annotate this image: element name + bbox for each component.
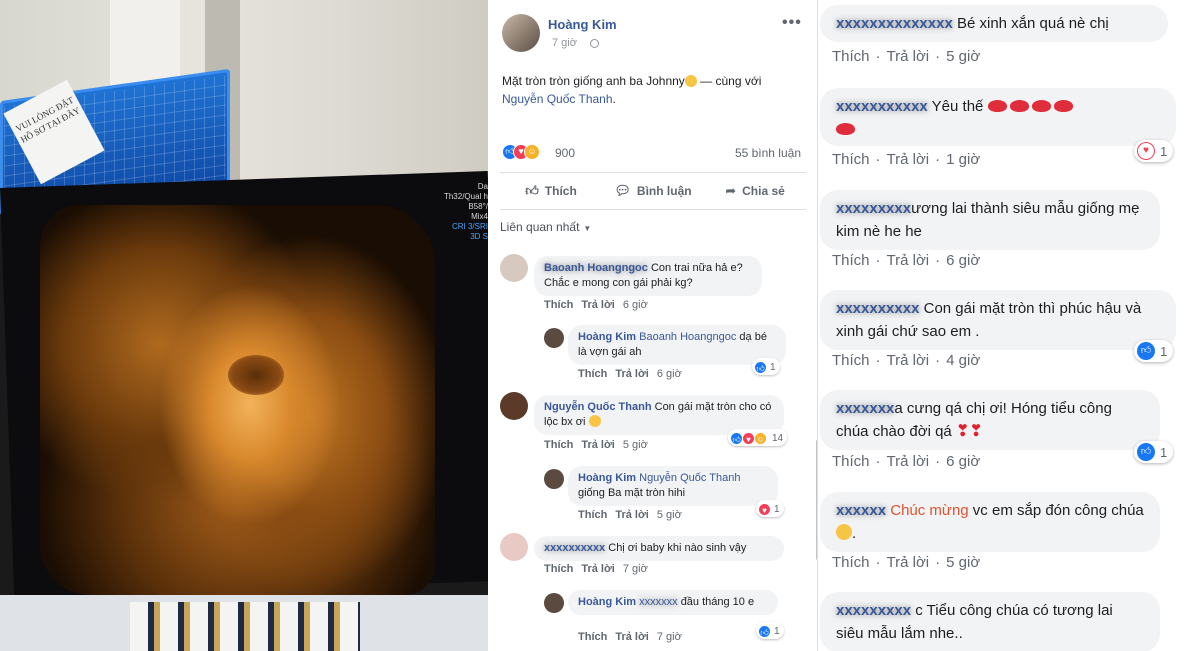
comment-bubble: xxxxxxxxxxxxxx Bé xinh xắn quá nè chị <box>820 5 1168 42</box>
caret-down-icon: ▼ <box>583 224 592 233</box>
reply-avatar[interactable] <box>544 469 564 489</box>
post-text: Mặt tròn tròn giống anh ba Johnny — cùng… <box>502 74 762 106</box>
comment-meta: Thích · Trả lời · 1 giờ <box>832 151 981 168</box>
like-reaction-icon: 👍︎ <box>754 360 767 374</box>
post-action-bar: 👍︎ Thích 💬︎ Bình luận ➦ Chia sẻ <box>500 172 806 210</box>
lips-emoji-icon <box>1031 100 1051 112</box>
comment-count[interactable]: 55 bình luận <box>735 146 801 160</box>
like-reaction-icon: 👍︎ <box>1137 342 1155 360</box>
reply-bubble: Hoàng Kim Nguyễn Quốc Thanh giống Ba mặt… <box>568 466 778 506</box>
mention-link[interactable]: Chúc mừng <box>890 502 968 519</box>
reply-avatar[interactable] <box>544 593 564 613</box>
comment-bubble: xxxxxx Chúc mừng vc em sắp đón công chúa… <box>820 492 1160 552</box>
comment-meta: Thích Trả lời 7 giờ <box>544 563 648 575</box>
reaction-badge[interactable]: ♥ 1 <box>756 500 784 517</box>
hug-emoji-icon <box>836 524 852 540</box>
reply-meta: Thích Trả lời 5 giờ <box>578 509 682 521</box>
comment-meta: Thích · Trả lời · 5 giờ <box>832 48 981 65</box>
commenter-avatar[interactable] <box>500 254 528 282</box>
commenter-avatar[interactable] <box>500 392 528 420</box>
comment-bubble: xxxxxxxxxx Chị ơi baby khi nào sinh vậy <box>534 536 784 561</box>
haha-reaction-icon: ☺ <box>754 431 767 445</box>
comment-bubble: xxxxxxxxxương lai thành siêu mẫu giống m… <box>820 190 1160 250</box>
share-arrow-icon: ➦ <box>725 183 737 198</box>
like-button[interactable]: 👍︎ Thích <box>500 173 602 209</box>
comment-meta: Thích · Trả lời · 5 giờ <box>832 554 981 571</box>
reaction-badge[interactable]: 👍︎ ♥ ☺ 14 <box>728 429 788 446</box>
comment-meta: Thích · Trả lời · 6 giờ <box>832 252 981 269</box>
reply-bubble: Hoàng Kim xxxxxxx đầu tháng 10 e <box>568 590 778 615</box>
facebook-post: Hoàng Kim 7 giờ ••• Mặt tròn tròn giống … <box>488 0 818 651</box>
comments-panel: xxxxxxxxxxxxxx Bé xinh xắn quá nè chị Th… <box>818 0 1200 651</box>
smile-emoji-icon <box>588 415 601 427</box>
ultrasound-3d-image <box>40 205 435 595</box>
like-reaction-icon: 👍︎ <box>1137 443 1155 461</box>
tagged-user-link[interactable]: Nguyễn Quốc Thanh <box>502 92 613 106</box>
heart-emoji-icon: ❣ <box>955 423 970 440</box>
patterned-fabric <box>130 602 360 651</box>
reply-meta: Thích Trả lời 7 giờ <box>578 631 682 643</box>
comment-meta: Thích Trả lời 6 giờ <box>544 299 648 311</box>
ultrasound-eye-shadow <box>228 355 284 395</box>
ultrasound-readout: Da Th32/Qual h B58°/ Mix4 CRI 3/SRI 3D S <box>443 182 488 241</box>
reaction-icons[interactable]: 👍︎ ♥ ☺ <box>502 143 540 163</box>
heart-emoji-icon: ❣ <box>969 423 983 440</box>
reaction-badge[interactable]: 👍︎ 1 <box>1134 441 1174 463</box>
reaction-badge[interactable]: ♥ 1 <box>1134 140 1174 162</box>
comment-meta: Thích · Trả lời · 4 giờ <box>832 352 981 369</box>
comment-like-link[interactable]: Thích <box>544 299 573 311</box>
lips-emoji-icon <box>1009 100 1029 112</box>
lips-emoji-icon <box>1053 100 1073 112</box>
thumbs-up-icon: 👍︎ <box>525 183 539 198</box>
share-button[interactable]: ➦ Chia sẻ <box>704 173 806 209</box>
comment-sort-dropdown[interactable]: Liên quan nhất ▼ <box>500 220 591 234</box>
reply-bubble: Hoàng Kim Baoanh Hoangngoc dạ bé là vợn … <box>568 325 786 365</box>
comment-bubble: xxxxxxxa cưng qá chị ơi! Hóng tiểu công … <box>820 390 1160 450</box>
comment-meta: Thích · Trả lời · 6 giờ <box>832 453 981 470</box>
lips-emoji-icon <box>987 100 1007 112</box>
author-avatar[interactable] <box>502 14 540 52</box>
like-reaction-icon: 👍︎ <box>758 624 771 638</box>
comment-bubble: xxxxxxxxx c Tiểu công chúa có tương lai … <box>820 592 1160 651</box>
comment-bubble: xxxxxxxxxxx Yêu thế <box>820 88 1176 146</box>
emoji-icon <box>684 75 697 87</box>
author-name[interactable]: Hoàng Kim <box>548 17 617 32</box>
reaction-badge[interactable]: 👍︎ 1 <box>752 358 780 375</box>
lips-emoji-icon <box>836 123 855 135</box>
comment-meta: Thích Trả lời 5 giờ <box>544 439 648 451</box>
comment-button[interactable]: 💬︎ Bình luận <box>602 173 704 209</box>
love-reaction-icon: ♥ <box>758 502 771 516</box>
comment-reply-link[interactable]: Trả lời <box>581 299 615 311</box>
more-options-icon[interactable]: ••• <box>782 14 802 32</box>
comment-bubble: xxxxxxxxxx Con gái mặt tròn thì phúc hậu… <box>820 290 1176 350</box>
comment-bubble: Baoanh Hoangngoc Con trai nữa hả e? Chắc… <box>534 256 762 296</box>
reaction-badge[interactable]: 👍︎ 1 <box>1134 340 1174 362</box>
reply-meta: Thích Trả lời 6 giờ <box>578 368 682 380</box>
love-reaction-icon: ♥ <box>1137 142 1155 160</box>
ultrasound-photo: VUI LÒNG ĐẶT HỒ SƠ TẠI ĐÂY Da Th32/Qual … <box>0 0 488 651</box>
commenter-avatar[interactable] <box>500 533 528 561</box>
reaction-count[interactable]: 900 <box>555 146 575 160</box>
post-timestamp[interactable]: 7 giờ <box>552 37 577 49</box>
reaction-badge[interactable]: 👍︎ 1 <box>756 622 784 639</box>
haha-reaction-icon: ☺ <box>524 143 540 160</box>
reply-avatar[interactable] <box>544 328 564 348</box>
globe-icon <box>590 39 599 48</box>
speech-bubble-icon: 💬︎ <box>614 183 631 198</box>
